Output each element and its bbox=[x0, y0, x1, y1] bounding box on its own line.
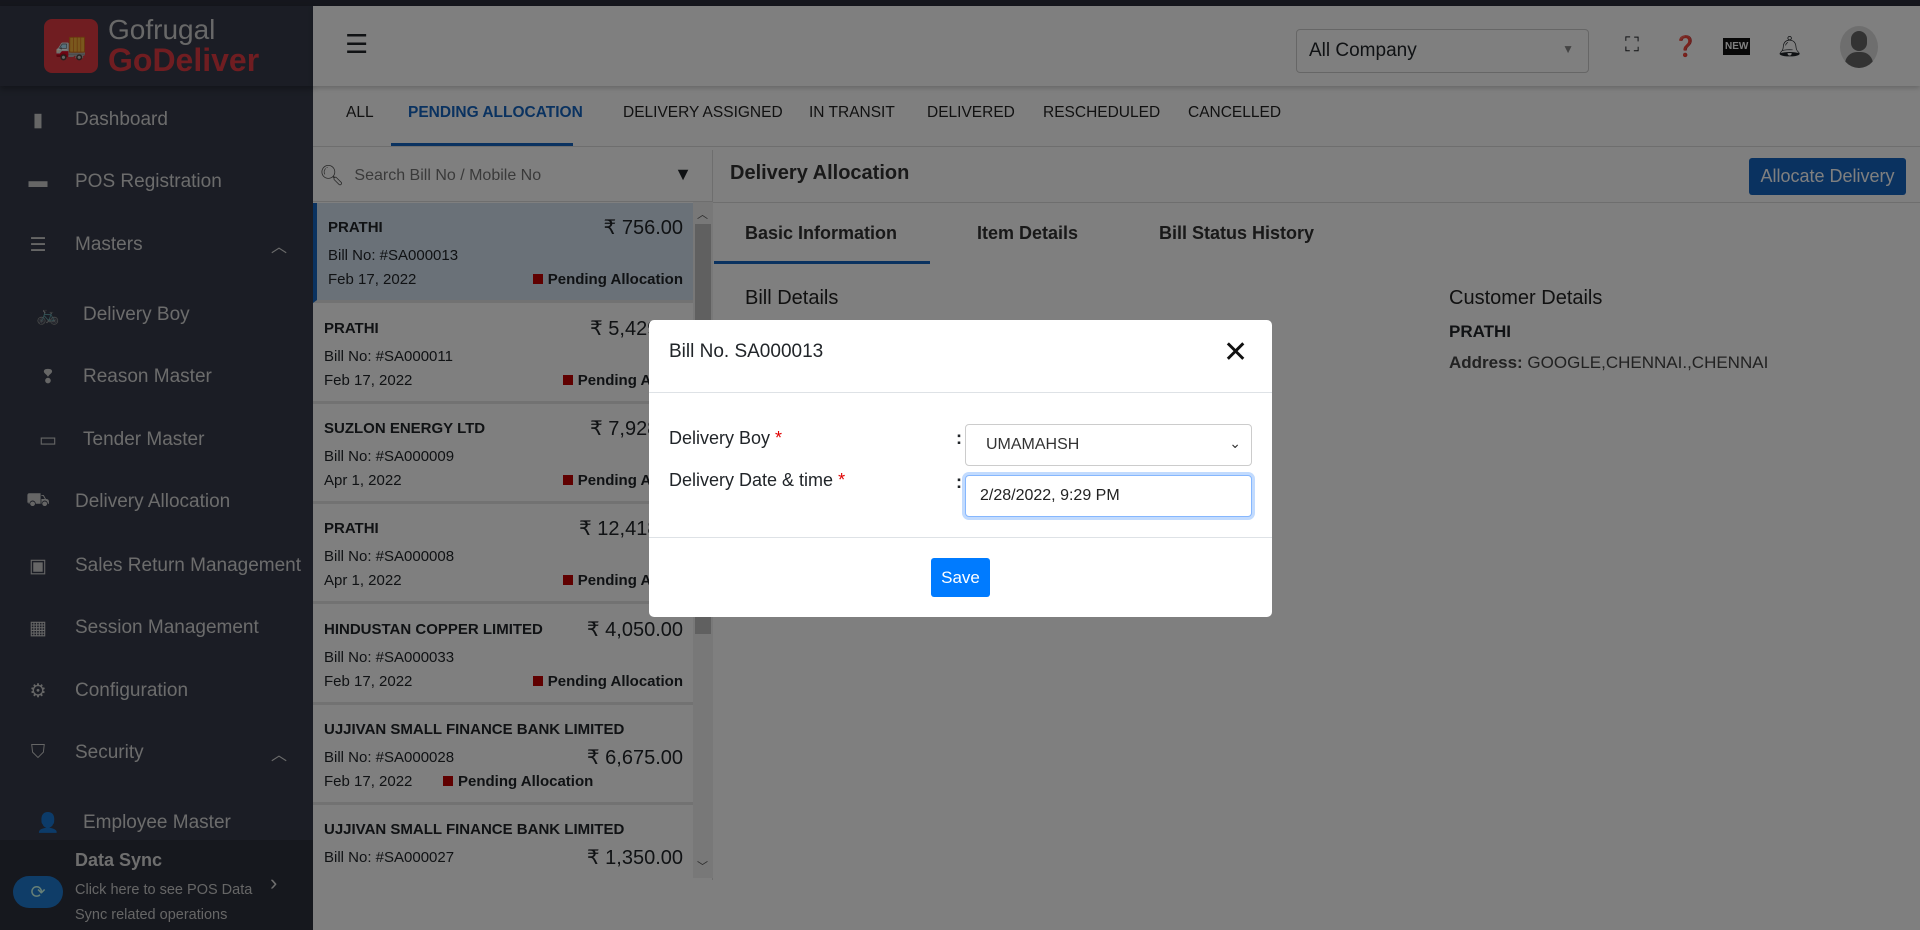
colon: : bbox=[956, 472, 962, 492]
delivery-boy-value: UMAMAHSH bbox=[986, 436, 1080, 453]
label-text: Delivery Boy bbox=[669, 428, 771, 448]
delivery-date-input[interactable] bbox=[965, 475, 1252, 517]
delivery-boy-label: Delivery Boy * bbox=[669, 428, 782, 449]
modal-title: Bill No. SA000013 bbox=[669, 341, 824, 362]
chevron-down-icon: ⌄ bbox=[1229, 435, 1241, 451]
colon: : bbox=[956, 428, 962, 448]
modal-footer-divider bbox=[649, 537, 1272, 538]
required-marker: * bbox=[775, 428, 783, 448]
save-button[interactable]: Save bbox=[931, 558, 990, 597]
delivery-boy-select[interactable]: UMAMAHSH ⌄ bbox=[965, 424, 1252, 466]
modal-header: Bill No. SA000013 ✕ bbox=[649, 320, 1272, 393]
label-text: Delivery Date & time bbox=[669, 470, 834, 490]
allocation-modal: Bill No. SA000013 ✕ Delivery Boy * : UMA… bbox=[649, 320, 1272, 617]
delivery-date-label: Delivery Date & time * bbox=[669, 470, 845, 491]
required-marker: * bbox=[838, 470, 846, 490]
close-icon[interactable]: ✕ bbox=[1223, 338, 1248, 368]
